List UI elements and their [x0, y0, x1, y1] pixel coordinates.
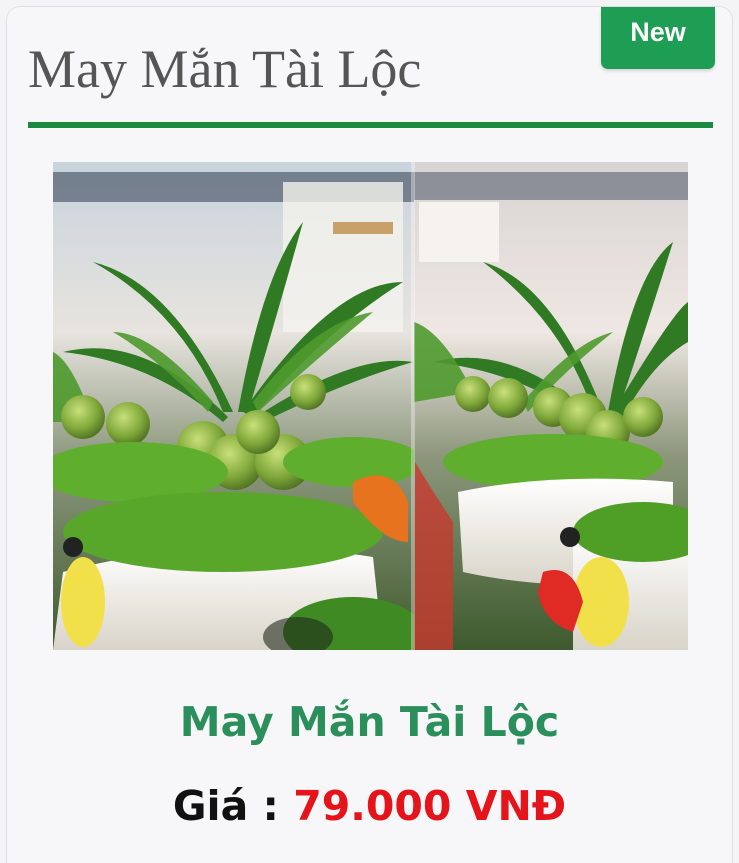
price-line: Giá : 79.000 VNĐ	[0, 778, 739, 834]
new-badge: New	[601, 7, 715, 69]
price-label: Giá :	[172, 782, 294, 830]
product-name[interactable]: May Mắn Tài Lộc	[0, 694, 739, 750]
title-divider	[28, 122, 713, 128]
product-image[interactable]	[53, 162, 688, 650]
price-value: 79.000 VNĐ	[293, 782, 567, 830]
page-title: May Mắn Tài Lộc	[28, 39, 422, 99]
